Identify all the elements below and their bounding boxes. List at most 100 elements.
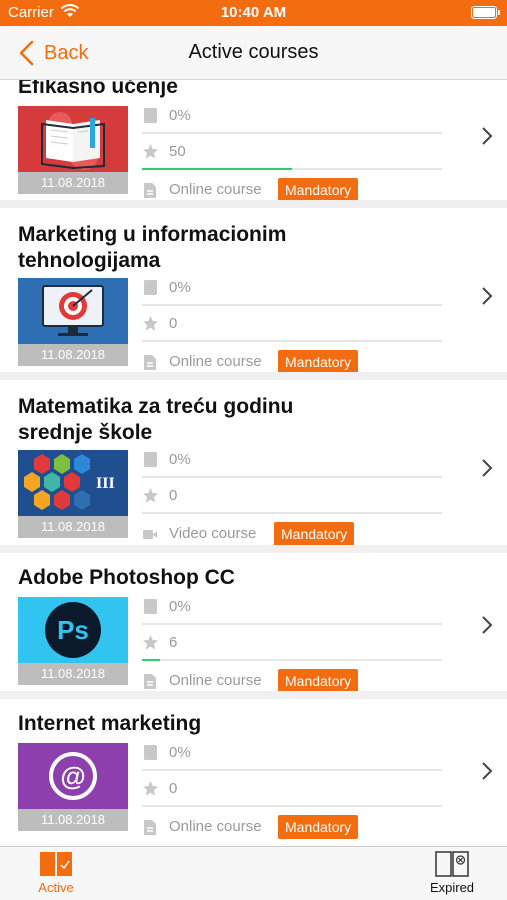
book-icon [18, 106, 128, 172]
course-date: 11.08.2018 [18, 516, 128, 538]
rating-value: 0 [169, 315, 178, 332]
battery-icon [471, 6, 500, 19]
active-courses-icon [40, 852, 72, 876]
progress-value: 0% [169, 107, 191, 124]
math-hexagons-icon: III [18, 450, 128, 516]
progress-row: 0% [142, 442, 442, 478]
mandatory-badge: Mandatory [278, 669, 359, 693]
chevron-right-icon[interactable] [481, 458, 493, 478]
course-date: 11.08.2018 [18, 663, 128, 685]
progress-value: 0% [169, 598, 191, 615]
tab-active[interactable]: Active [26, 851, 86, 899]
status-bar: Carrier 10:40 AM [0, 0, 507, 26]
course-thumbnail: Ps 11.08.2018 [18, 597, 128, 685]
rating-value: 0 [169, 780, 178, 797]
rating-row: 50 [142, 134, 442, 170]
star-icon [143, 635, 158, 650]
progress-row: 0% [142, 589, 442, 625]
rating-value: 0 [169, 487, 178, 504]
separator [0, 372, 507, 380]
rating-track [142, 512, 442, 514]
page-icon [144, 452, 157, 467]
rating-value: 6 [169, 634, 178, 651]
course-title: Adobe Photoshop CC [18, 566, 235, 589]
mandatory-badge: Mandatory [274, 522, 355, 546]
page-icon [144, 745, 157, 760]
type-row: Online course Mandatory [142, 178, 442, 202]
progress-value: 0% [169, 451, 191, 468]
type-row: Online course Mandatory [142, 815, 442, 839]
target-monitor-icon [18, 278, 128, 344]
rating-row: 0 [142, 771, 442, 807]
chevron-right-icon[interactable] [481, 126, 493, 146]
page-icon [144, 599, 157, 614]
chevron-right-icon[interactable] [481, 615, 493, 635]
rating-track [142, 659, 442, 661]
course-thumbnail: @ 11.08.2018 [18, 743, 128, 831]
separator [0, 200, 507, 208]
clock: 10:40 AM [220, 4, 287, 21]
mandatory-badge: Mandatory [278, 815, 359, 839]
tab-expired[interactable]: Expired [422, 851, 482, 899]
tab-label: Expired [429, 880, 475, 895]
course-item[interactable]: Marketing u informacionim tehnologijama … [0, 200, 507, 380]
rating-value: 50 [169, 143, 186, 160]
separator [0, 691, 507, 699]
course-item[interactable]: Matematika za treću godinu srednje škole… [0, 372, 507, 553]
rating-row: 0 [142, 306, 442, 342]
course-title: Matematika za treću godinu srednje škole [18, 395, 294, 444]
course-type: Online course [169, 818, 262, 835]
thumb-text: @ [60, 761, 85, 791]
course-type: Online course [169, 672, 262, 689]
tab-bar: Active Expired [0, 846, 507, 900]
photoshop-icon: Ps [18, 597, 128, 663]
document-icon [144, 183, 156, 198]
page-icon [144, 108, 157, 123]
document-icon [144, 674, 156, 689]
course-type: Online course [169, 353, 262, 370]
tab-label: Active [38, 880, 74, 895]
thumb-text: Ps [57, 615, 89, 645]
progress-row: 0% [142, 270, 442, 306]
star-icon [143, 144, 158, 159]
course-item[interactable]: Internet marketing @ 11.08.2018 0% 0 Onl… [0, 691, 507, 846]
type-row: Online course Mandatory [142, 669, 442, 693]
course-title: Internet marketing [18, 712, 202, 735]
course-title: Efikasno učenje [18, 80, 178, 98]
expired-courses-icon [435, 851, 469, 877]
document-icon [144, 355, 156, 370]
rating-track [142, 340, 442, 342]
page-title: Active courses [188, 41, 319, 63]
rating-row: 0 [142, 478, 442, 514]
page-icon [144, 280, 157, 295]
rating-fill [142, 659, 160, 661]
course-date: 11.08.2018 [18, 809, 128, 831]
course-list[interactable]: Efikasno učenje 11.08.2018 0% 50 Online … [0, 80, 507, 846]
course-title: Marketing u informacionim tehnologijama [18, 223, 287, 272]
star-icon [143, 488, 158, 503]
course-item[interactable]: Adobe Photoshop CC Ps 11.08.2018 0% 6 On… [0, 545, 507, 699]
progress-row: 0% [142, 735, 442, 771]
navigation-bar: Back Active courses [0, 26, 507, 80]
course-date: 11.08.2018 [18, 344, 128, 366]
rating-row: 6 [142, 625, 442, 661]
mandatory-badge: Mandatory [278, 350, 359, 374]
thumb-text: III [96, 475, 115, 492]
video-camera-icon [143, 530, 157, 539]
course-type: Video course [169, 525, 257, 542]
rating-track [142, 805, 442, 807]
type-row: Online course Mandatory [142, 350, 442, 374]
course-type: Online course [169, 181, 262, 198]
mandatory-badge: Mandatory [278, 178, 359, 202]
progress-value: 0% [169, 279, 191, 296]
chevron-right-icon[interactable] [481, 761, 493, 781]
course-thumbnail: 11.08.2018 [18, 106, 128, 194]
course-thumbnail: III 11.08.2018 [18, 450, 128, 538]
progress-row: 0% [142, 98, 442, 134]
type-row: Video course Mandatory [142, 522, 442, 546]
course-date: 11.08.2018 [18, 172, 128, 194]
star-icon [143, 781, 158, 796]
chevron-right-icon[interactable] [481, 286, 493, 306]
rating-fill [142, 168, 292, 170]
course-item[interactable]: Efikasno učenje 11.08.2018 0% 50 Online … [0, 80, 507, 208]
